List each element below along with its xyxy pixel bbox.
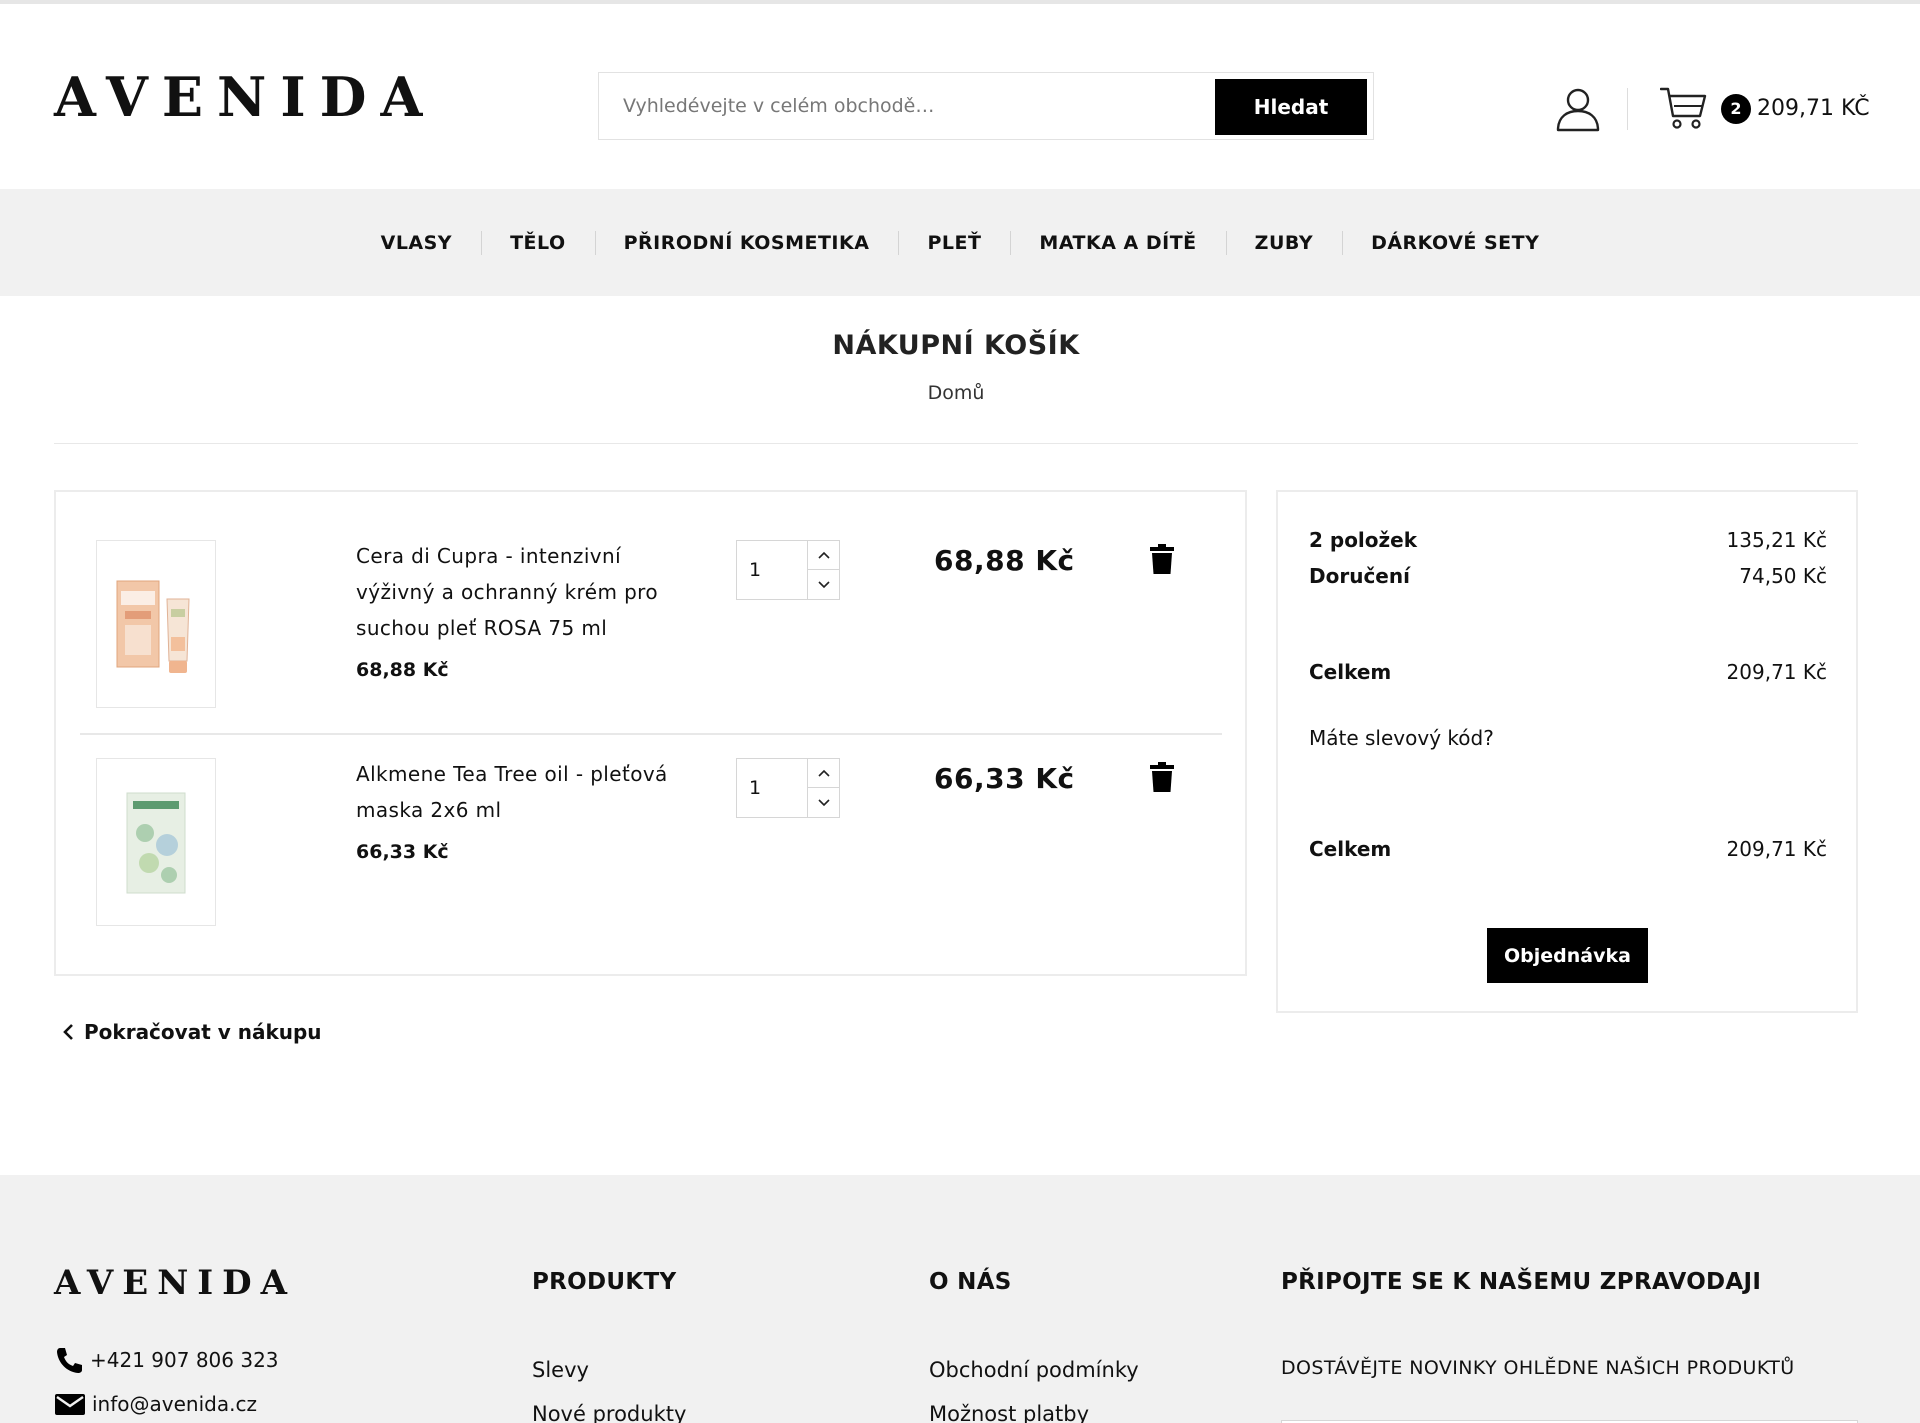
cart-item: Alkmene Tea Tree oil - pleťová maska 2x6… xyxy=(56,758,1245,976)
title-divider xyxy=(54,443,1858,444)
summary-delivery-value: 74,50 Kč xyxy=(1739,564,1827,588)
chevron-up-icon[interactable] xyxy=(808,541,839,570)
summary-items-row: 2 položek 135,21 Kč xyxy=(1309,528,1827,552)
quantity-stepper: 1 xyxy=(736,758,840,818)
cart-items-table: Cera di Cupra - intenzivní výživný a och… xyxy=(54,490,1247,976)
product-name[interactable]: Alkmene Tea Tree oil - pleťová maska 2x6… xyxy=(356,756,696,828)
footer-link-slevy[interactable]: Slevy xyxy=(532,1358,589,1382)
product-name[interactable]: Cera di Cupra - intenzivní výživný a och… xyxy=(356,538,696,646)
summary-delivery-label: Doručení xyxy=(1309,564,1410,588)
footer-link-moznost-platby[interactable]: Možnost platby xyxy=(929,1402,1089,1423)
site-footer: AVENIDA +421 907 806 323 info@avenida.cz… xyxy=(0,1175,1920,1423)
cart-item: Cera di Cupra - intenzivní výživný a och… xyxy=(56,540,1245,758)
summary-grand-total-label: Celkem xyxy=(1309,837,1392,861)
continue-shopping-label: Pokračovat v nákupu xyxy=(84,1020,322,1044)
site-logo[interactable]: AVENIDA xyxy=(54,64,436,130)
quantity-arrows xyxy=(807,541,839,599)
main-navigation: VLASY TĚLO PŘIRODNÍ KOSMETIKA PLEŤ MATKA… xyxy=(0,189,1920,296)
summary-total-label: Celkem xyxy=(1309,660,1392,684)
nav-item-vlasy[interactable]: VLASY xyxy=(352,232,481,254)
footer-link-obchodni-podminky[interactable]: Obchodní podmínky xyxy=(929,1358,1139,1382)
footer-email-address: info@avenida.cz xyxy=(92,1392,257,1416)
trash-icon[interactable] xyxy=(1150,544,1174,574)
product-image[interactable] xyxy=(96,540,216,708)
nav-item-plet[interactable]: PLEŤ xyxy=(898,230,1010,255)
summary-grand-total-value: 209,71 Kč xyxy=(1726,837,1827,861)
summary-total-row: Celkem 209,71 Kč xyxy=(1309,660,1827,684)
product-unit-price: 68,88 Kč xyxy=(356,659,449,681)
item-divider xyxy=(80,733,1222,735)
quantity-input[interactable]: 1 xyxy=(749,541,761,599)
summary-grand-total-row: Celkem 209,71 Kč xyxy=(1309,837,1827,861)
top-border xyxy=(0,0,1920,4)
footer-phone[interactable]: +421 907 806 323 xyxy=(54,1345,279,1375)
mail-icon xyxy=(55,1394,85,1415)
discount-code-link[interactable]: Máte slevový kód? xyxy=(1309,726,1494,750)
footer-email[interactable]: info@avenida.cz xyxy=(54,1391,257,1417)
quantity-stepper: 1 xyxy=(736,540,840,600)
breadcrumb-home[interactable]: Domů xyxy=(0,382,1912,404)
footer-newsletter-heading: PŘIPOJTE SE K NAŠEMU ZPRAVODAJI xyxy=(1281,1269,1762,1295)
continue-shopping-link[interactable]: Pokračovat v nákupu xyxy=(62,1020,322,1044)
footer-newsletter-text: DOSTÁVĚJTE NOVINKY OHLĚDNE NAŠICH PRODUK… xyxy=(1281,1357,1795,1379)
nav-item-darkove-sety[interactable]: DÁRKOVÉ SETY xyxy=(1342,230,1568,255)
nav-item-telo[interactable]: TĚLO xyxy=(481,230,595,255)
footer-link-nove-produkty[interactable]: Nové produkty xyxy=(532,1402,686,1423)
summary-total-value: 209,71 Kč xyxy=(1726,660,1827,684)
product-image[interactable] xyxy=(96,758,216,926)
page-title: NÁKUPNÍ KOŠÍK xyxy=(832,330,1080,361)
search-button[interactable]: Hledat xyxy=(1215,79,1367,135)
footer-logo[interactable]: AVENIDA xyxy=(54,1263,296,1303)
nav-item-prirodni-kosmetika[interactable]: PŘIRODNÍ KOSMETIKA xyxy=(594,230,899,255)
footer-phone-number: +421 907 806 323 xyxy=(90,1348,279,1372)
header-divider xyxy=(1627,88,1628,130)
chevron-down-icon[interactable] xyxy=(808,570,839,599)
order-summary: 2 položek 135,21 Kč Doručení 74,50 Kč Ce… xyxy=(1276,490,1858,1013)
order-button[interactable]: Objednávka xyxy=(1487,928,1648,983)
nav-item-matka-a-dite[interactable]: MATKA A DÍTĚ xyxy=(1010,230,1225,255)
header-cart-total[interactable]: 209,71 KČ xyxy=(1757,94,1870,124)
summary-items-label: 2 položek xyxy=(1309,528,1418,552)
footer-products-heading: PRODUKTY xyxy=(532,1269,677,1295)
product-unit-price: 66,33 Kč xyxy=(356,841,449,863)
trash-icon[interactable] xyxy=(1150,762,1174,792)
line-total: 68,88 Kč xyxy=(934,544,1075,577)
summary-delivery-row: Doručení 74,50 Kč xyxy=(1309,564,1827,588)
shopping-cart-icon[interactable] xyxy=(1660,86,1708,130)
phone-icon xyxy=(57,1348,82,1373)
chevron-left-icon xyxy=(63,1024,73,1040)
user-account-icon[interactable] xyxy=(1556,86,1600,132)
cart-count-badge[interactable]: 2 xyxy=(1721,94,1751,124)
chevron-up-icon[interactable] xyxy=(808,759,839,788)
summary-items-value: 135,21 Kč xyxy=(1726,528,1827,552)
search-bar: Hledat xyxy=(598,72,1374,140)
search-input[interactable] xyxy=(599,73,1219,139)
quantity-arrows xyxy=(807,759,839,817)
quantity-input[interactable]: 1 xyxy=(749,759,761,817)
footer-about-heading: O NÁS xyxy=(929,1269,1012,1295)
nav-item-zuby[interactable]: ZUBY xyxy=(1225,230,1342,255)
chevron-down-icon[interactable] xyxy=(808,788,839,817)
line-total: 66,33 Kč xyxy=(934,762,1075,795)
